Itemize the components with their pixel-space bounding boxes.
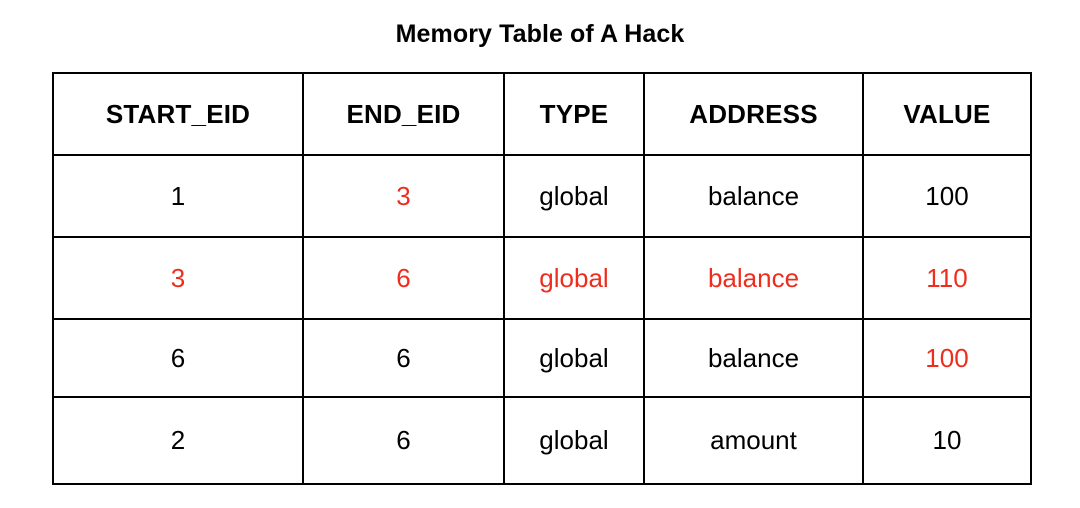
table-body: 1 3 global balance 100 3 6 global balanc… (52, 154, 1032, 485)
cell-value: 110 (862, 236, 1032, 320)
cell-start-eid: 6 (52, 318, 304, 398)
memory-table-container: START_EID END_EID TYPE ADDRESS VALUE 1 3… (52, 72, 1032, 485)
table-row: 3 6 global balance 110 (52, 236, 1032, 320)
cell-end-eid: 6 (302, 396, 505, 485)
cell-address: balance (643, 236, 864, 320)
column-header-start-eid: START_EID (52, 72, 304, 156)
cell-address: balance (643, 154, 864, 238)
page-title: Memory Table of A Hack (395, 20, 685, 48)
cell-type: global (503, 236, 645, 320)
cell-start-eid: 2 (52, 396, 304, 485)
table-row: 1 3 global balance 100 (52, 154, 1032, 238)
column-header-type: TYPE (503, 72, 645, 156)
cell-end-eid: 6 (302, 236, 505, 320)
table-row: 6 6 global balance 100 (52, 318, 1032, 398)
cell-type: global (503, 154, 645, 238)
memory-table: START_EID END_EID TYPE ADDRESS VALUE 1 3… (52, 72, 1032, 485)
table-header: START_EID END_EID TYPE ADDRESS VALUE (52, 72, 1032, 156)
table-row: 2 6 global amount 10 (52, 396, 1032, 485)
column-header-value: VALUE (862, 72, 1032, 156)
cell-value: 100 (862, 154, 1032, 238)
column-header-end-eid: END_EID (302, 72, 505, 156)
cell-value: 10 (862, 396, 1032, 485)
cell-end-eid: 3 (302, 154, 505, 238)
cell-type: global (503, 318, 645, 398)
table-header-row: START_EID END_EID TYPE ADDRESS VALUE (52, 72, 1032, 156)
cell-start-eid: 1 (52, 154, 304, 238)
column-header-address: ADDRESS (643, 72, 864, 156)
page-root: Memory Table of A Hack START_EID END_EID… (0, 0, 1080, 508)
cell-end-eid: 6 (302, 318, 505, 398)
cell-start-eid: 3 (52, 236, 304, 320)
cell-type: global (503, 396, 645, 485)
cell-value: 100 (862, 318, 1032, 398)
cell-address: amount (643, 396, 864, 485)
cell-address: balance (643, 318, 864, 398)
